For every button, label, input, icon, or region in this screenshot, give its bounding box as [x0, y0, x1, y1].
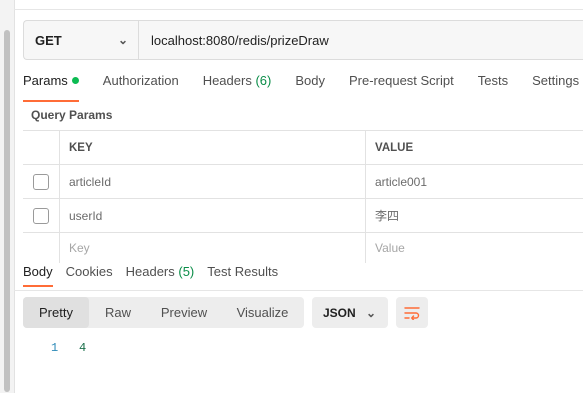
wrap-lines-icon [404, 306, 420, 320]
table-row-new: Key Value [23, 233, 583, 263]
view-pretty-button[interactable]: Pretty [23, 297, 89, 328]
tab-body[interactable]: Body [295, 73, 325, 95]
response-tab-test-results[interactable]: Test Results [207, 264, 278, 279]
row-checkbox[interactable] [33, 207, 49, 224]
row-check-cell [23, 233, 60, 263]
chevron-down-icon: ⌄ [117, 33, 128, 47]
param-value-input[interactable]: 李四 [366, 199, 583, 232]
scrollbar-thumb[interactable] [4, 30, 10, 392]
request-bar: GET ⌄ localhost:8080/redis/prizeDraw [23, 20, 583, 60]
param-key-input[interactable]: userId [60, 199, 366, 232]
table-row: articleId article001 [23, 165, 583, 199]
new-key-input[interactable]: Key [60, 233, 366, 263]
response-tab-headers-count: (5) [178, 264, 195, 279]
top-divider [14, 9, 583, 10]
tab-params[interactable]: Params [23, 73, 79, 102]
tab-headers[interactable]: Headers (6) [203, 73, 272, 95]
wrap-lines-button[interactable] [396, 297, 428, 328]
param-value-input[interactable]: article001 [366, 165, 583, 198]
line-number: 1 [51, 341, 59, 355]
tab-headers-label: Headers [202, 73, 252, 88]
table-row: userId 李四 [23, 199, 583, 233]
response-tab-body[interactable]: Body [23, 264, 53, 287]
response-divider [14, 290, 583, 291]
query-params-title: Query Params [31, 108, 113, 122]
new-value-input[interactable]: Value [366, 233, 583, 263]
method-select[interactable]: GET ⌄ [24, 21, 139, 59]
row-check-cell [23, 165, 60, 198]
request-tabs: Params Authorization Headers (6) Body Pr… [23, 73, 583, 102]
tab-settings[interactable]: Settings [532, 73, 579, 95]
format-select[interactable]: JSON ⌄ [312, 297, 388, 328]
param-key-input[interactable]: articleId [60, 165, 366, 198]
view-visualize-button[interactable]: Visualize [221, 297, 304, 328]
tab-pre-request-script[interactable]: Pre-request Script [349, 73, 454, 95]
view-raw-button[interactable]: Raw [89, 297, 147, 328]
query-params-table: KEY VALUE articleId article001 userId 李四… [23, 130, 583, 263]
url-input[interactable]: localhost:8080/redis/prizeDraw [139, 33, 329, 48]
view-mode-selector: Pretty Raw Preview Visualize [23, 297, 304, 328]
tab-headers-count: (6) [255, 73, 272, 88]
view-preview-button[interactable]: Preview [147, 297, 221, 328]
format-label: JSON [323, 305, 356, 320]
params-active-dot-icon [71, 77, 79, 84]
tab-tests[interactable]: Tests [478, 73, 508, 95]
header-check-cell [23, 131, 60, 164]
column-header-value: VALUE [375, 141, 414, 154]
column-header-key: KEY [60, 131, 366, 164]
row-checkbox[interactable] [33, 173, 49, 190]
response-tab-cookies[interactable]: Cookies [66, 264, 113, 279]
response-tabs: Body Cookies Headers (5) Test Results [23, 264, 291, 287]
tab-authorization[interactable]: Authorization [103, 73, 179, 95]
response-tab-headers[interactable]: Headers (5) [126, 264, 195, 279]
response-value: 4 [79, 341, 87, 355]
tab-params-label: Params [23, 73, 68, 88]
response-tab-headers-label: Headers [125, 264, 175, 279]
method-label: GET [35, 32, 62, 48]
scrollbar-track[interactable] [0, 0, 15, 393]
chevron-down-icon: ⌄ [365, 305, 376, 320]
table-header-row: KEY VALUE [23, 131, 583, 165]
row-check-cell [23, 199, 60, 232]
